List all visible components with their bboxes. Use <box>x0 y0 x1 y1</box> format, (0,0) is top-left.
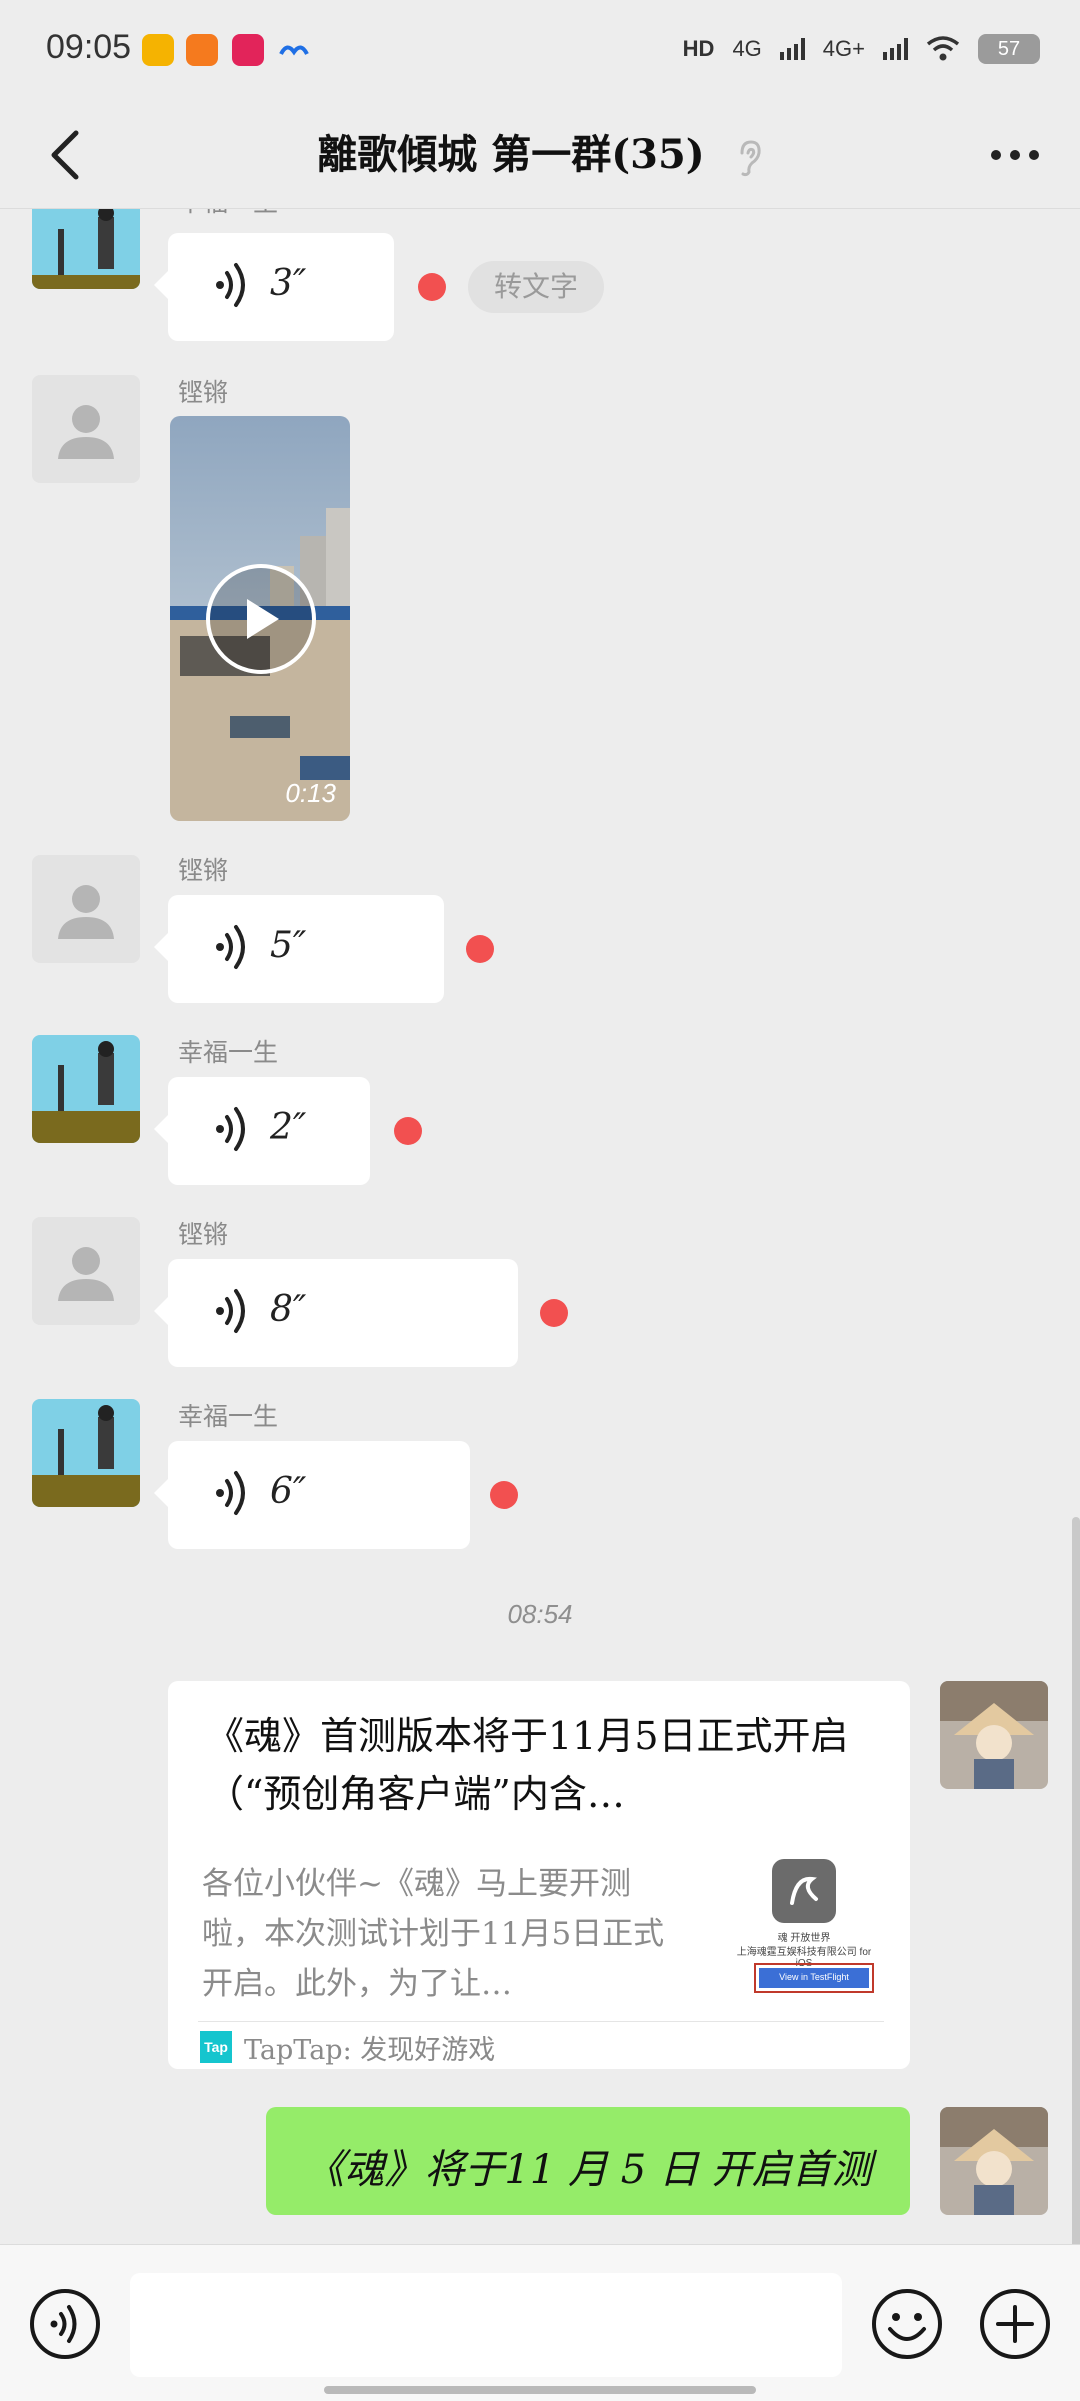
voice-duration: 3″ <box>270 263 307 304</box>
scrollbar[interactable] <box>1072 1517 1080 2244</box>
thumb-testflight-frame: View in TestFlight <box>754 1963 874 1993</box>
sender-name: 幸福一生 <box>178 1402 279 1431</box>
network-4g-plus: 4G+ <box>822 36 865 61</box>
voice-duration: 6″ <box>270 1471 307 1512</box>
sender-name: 幸福一生 <box>178 1038 279 1067</box>
plus-circle-icon <box>980 2289 1050 2359</box>
chat-title-text: 離歌傾城 第一群(35) <box>317 131 705 178</box>
status-bar: 09:05 HD 4G 4G+ 57 <box>0 0 1080 100</box>
avatar-self[interactable] <box>940 1681 1048 1789</box>
avatar-image <box>32 1035 140 1143</box>
voice-wave-icon <box>216 1289 245 1333</box>
chat-header: 離歌傾城 第一群(35) <box>0 100 1080 210</box>
avatar-default[interactable] <box>32 375 140 483</box>
avatar-image <box>940 1681 1048 1789</box>
taptap-logo-icon: Tap <box>200 2031 232 2063</box>
voice-input-button[interactable] <box>28 2287 102 2361</box>
network-4g: 4G <box>732 36 761 62</box>
game-logo-mark <box>790 1876 818 1905</box>
unread-dot <box>418 273 446 301</box>
unread-dot <box>490 1481 518 1509</box>
status-time: 09:05 <box>46 28 132 66</box>
thumb-testflight-button: View in TestFlight <box>759 1968 869 1988</box>
avatar-default[interactable] <box>32 855 140 963</box>
unread-dot <box>466 935 494 963</box>
avatar-self[interactable] <box>940 2107 1048 2215</box>
card-divider <box>198 2021 884 2022</box>
avatar-user[interactable] <box>32 1035 140 1143</box>
signal-icon <box>779 38 805 60</box>
home-indicator[interactable] <box>324 2386 756 2394</box>
sender-name: 幸福一生 <box>178 209 278 219</box>
input-bar <box>0 2244 1080 2401</box>
thumb-title: 魂 开放世界 <box>777 1933 831 1944</box>
card-description: 各位小伙伴~《魂》马上要开测啦，本次测试计划于11月5日正式开启。此外，为了让… <box>202 1866 665 2002</box>
more-horizontal-icon <box>991 150 1039 160</box>
self-message-bubble[interactable]: 《魂》将于11 月 5 日 开启首测 <box>266 2107 910 2215</box>
voice-wave-icon <box>216 925 245 969</box>
hd-indicator: HD <box>682 36 715 61</box>
voice-message-bubble[interactable]: 6″ <box>154 1441 470 1549</box>
convert-to-text-button[interactable]: 转文字 <box>468 261 605 313</box>
video-duration: 0:13 <box>285 778 336 808</box>
avatar-image <box>940 2107 1048 2215</box>
signal-icon-2 <box>883 38 908 60</box>
sender-name: 铿锵 <box>178 856 229 885</box>
voice-wave-icon <box>216 263 245 307</box>
ear-icon <box>740 140 761 177</box>
message-text-input[interactable] <box>130 2273 842 2377</box>
voice-message-bubble[interactable]: 8″ <box>154 1259 518 1367</box>
card-title: 《魂》首测版本将于11月5日正式开启（“预创角客户端”内含… <box>206 1714 849 1816</box>
voice-message-bubble[interactable]: 5″ <box>154 895 444 1003</box>
unread-dot <box>540 1299 568 1327</box>
voice-mode-icon <box>30 2289 100 2359</box>
more-options-button[interactable] <box>980 122 1050 188</box>
play-icon <box>247 599 279 639</box>
more-functions-button[interactable] <box>978 2287 1052 2361</box>
voice-duration: 2″ <box>270 1107 307 1148</box>
avatar-user[interactable] <box>32 209 140 289</box>
avatar-image <box>32 209 140 289</box>
voice-wave-icon <box>216 1471 245 1515</box>
self-message-text: 《魂》将于11 月 5 日 开启首测 <box>304 2147 872 2193</box>
emoji-button[interactable] <box>870 2287 944 2361</box>
avatar-default[interactable] <box>32 1217 140 1325</box>
weibo-icon <box>142 34 174 66</box>
card-source: Tap TapTap: 发现好游戏 <box>200 2031 495 2066</box>
sender-name: 铿锵 <box>178 1220 229 1249</box>
voice-message-bubble[interactable]: 3″ <box>154 233 394 341</box>
voice-duration: 8″ <box>270 1289 307 1330</box>
emoji-icon <box>872 2289 942 2359</box>
chat-message-list[interactable]: 幸福一生 3″ 转文字 铿锵 0:13 铿锵 5″ <box>0 209 1080 2244</box>
play-button[interactable] <box>206 564 316 674</box>
card-source-label: TapTap: 发现好游戏 <box>244 2034 496 2066</box>
voice-duration: 5″ <box>270 925 307 966</box>
link-card-message[interactable]: 《魂》首测版本将于11月5日正式开启（“预创角客户端”内含… 各位小伙伴~《魂》… <box>168 1681 910 2069</box>
person-icon <box>58 405 114 459</box>
sender-name: 铿锵 <box>178 378 229 407</box>
battery-indicator: 57 <box>978 34 1040 64</box>
voice-message-bubble[interactable]: 2″ <box>154 1077 370 1185</box>
unread-dot <box>394 1117 422 1145</box>
avatar-image <box>32 1399 140 1507</box>
message-timestamp: 08:54 <box>507 1599 573 1629</box>
app-blue-icon <box>278 34 310 66</box>
person-icon <box>58 885 114 939</box>
wifi-icon <box>926 36 960 61</box>
person-icon <box>58 1247 114 1301</box>
avatar-user[interactable] <box>32 1399 140 1507</box>
voice-wave-icon <box>216 1107 245 1151</box>
status-indicators: HD 4G 4G+ 57 <box>683 34 1040 64</box>
chat-title: 離歌傾城 第一群(35) <box>0 122 1080 180</box>
network-4g-label: 4G <box>732 36 762 61</box>
video-message[interactable]: 0:13 <box>170 416 350 821</box>
app-red-icon <box>232 34 264 66</box>
app-orange-icon <box>186 34 218 66</box>
game-logo-icon <box>772 1859 836 1923</box>
card-thumbnail: 魂 开放世界 上海魂霆互娱科技有限公司 for iOS View in Test… <box>734 1859 874 1999</box>
